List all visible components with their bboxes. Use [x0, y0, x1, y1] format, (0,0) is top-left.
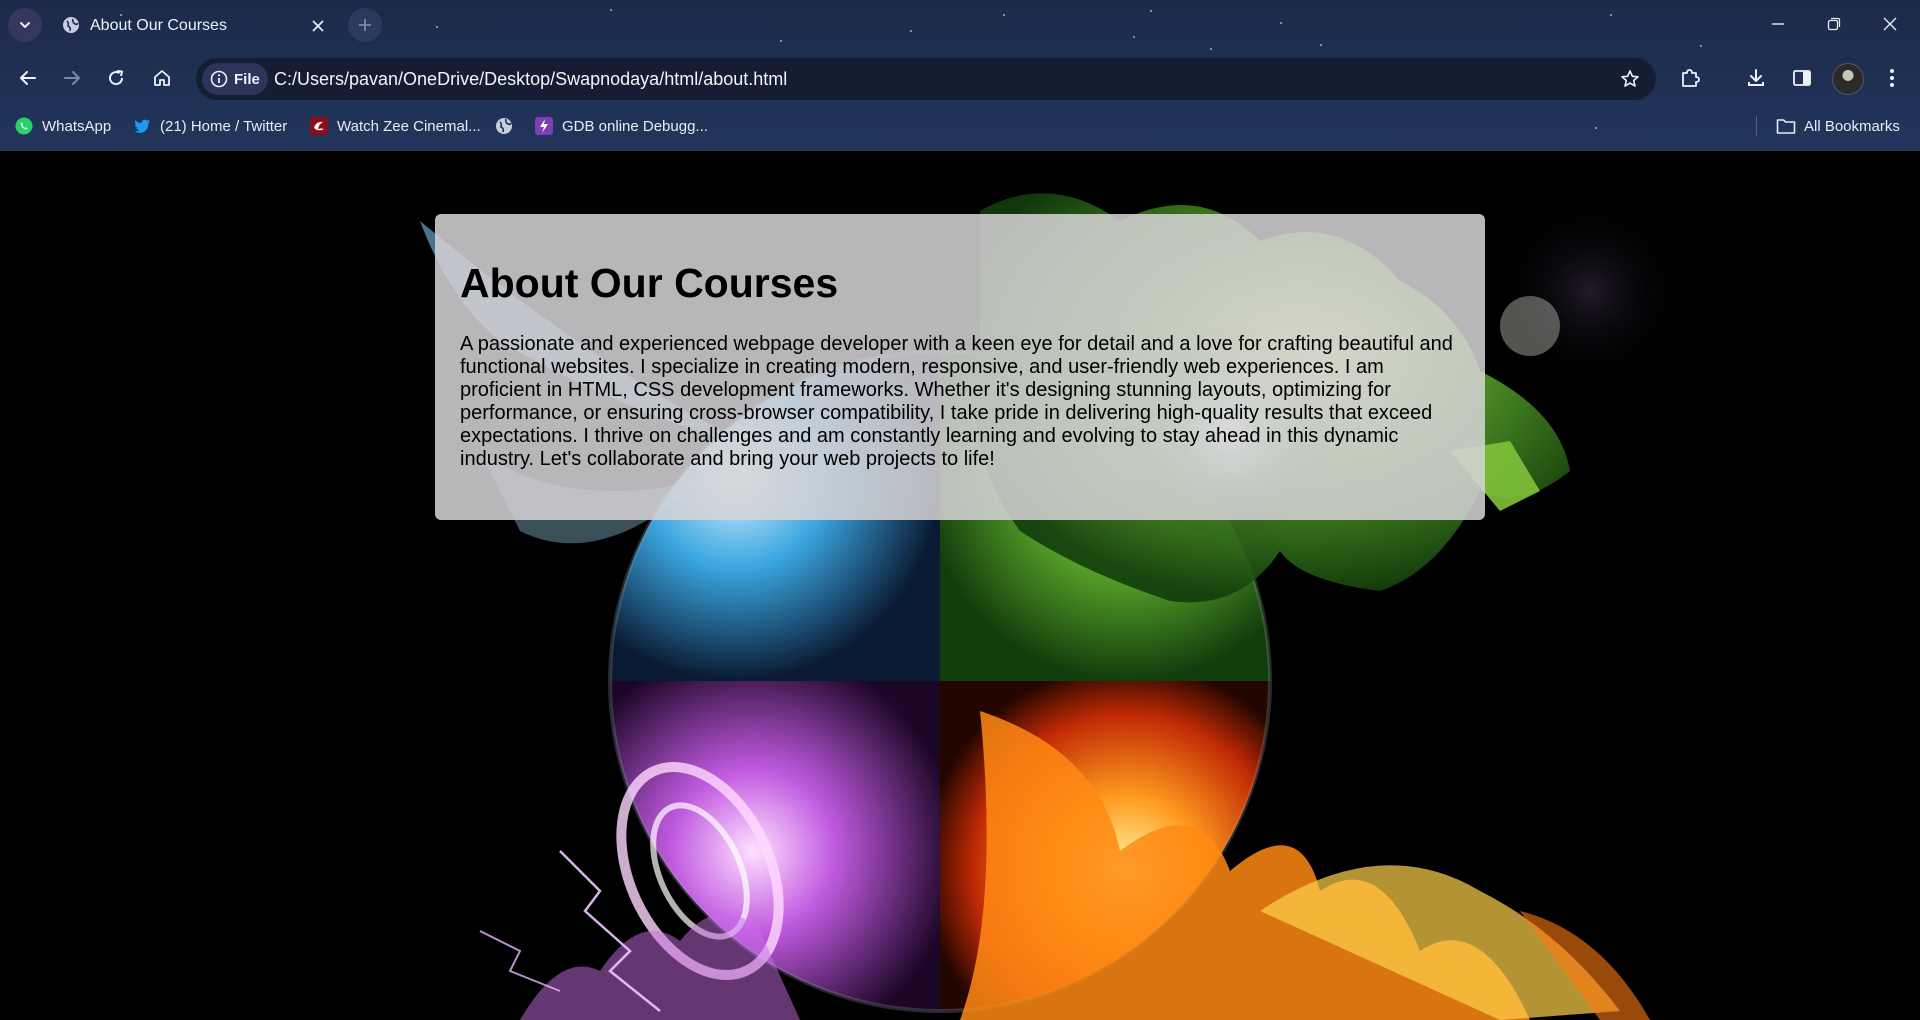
about-card: About Our Courses A passionate and exper…: [435, 214, 1485, 520]
side-panel-icon: [1793, 70, 1811, 86]
download-icon: [1748, 69, 1764, 86]
bookmark-label: Watch Zee Cinemal...: [337, 117, 481, 135]
more-vertical-icon: [1890, 69, 1894, 87]
forward-button[interactable]: [52, 58, 92, 98]
bookmark-gdb[interactable]: GDB online Debugg...: [534, 114, 708, 138]
page-heading: About Our Courses: [460, 260, 839, 306]
restore-icon: [1827, 17, 1841, 31]
reload-button[interactable]: [96, 58, 136, 98]
chevron-down-icon: [20, 22, 30, 28]
extensions-button[interactable]: [1670, 58, 1710, 98]
minimize-button[interactable]: [1754, 8, 1802, 40]
info-icon: [210, 70, 228, 88]
twitter-icon: [134, 119, 150, 134]
new-tab-button[interactable]: [348, 8, 382, 42]
home-icon: [154, 70, 170, 86]
downloads-button[interactable]: [1736, 58, 1776, 98]
whatsapp-icon: [15, 117, 33, 135]
url-text[interactable]: C:/Users/pavan/OneDrive/Desktop/Swapnoda…: [274, 69, 787, 90]
menu-button[interactable]: [1872, 58, 1912, 98]
bookmarks-bar: WhatsApp (21) Home / Twitter Watch Zee C…: [0, 112, 1920, 140]
globe-icon: [62, 16, 80, 39]
about-paragraph: A passionate and experienced webpage dev…: [460, 333, 1453, 470]
bookmark-whatsapp[interactable]: WhatsApp: [14, 114, 111, 138]
address-bar[interactable]: File C:/Users/pavan/OneDrive/Desktop/Swa…: [196, 58, 1656, 100]
site-chip-label: File: [234, 70, 260, 88]
back-button[interactable]: [8, 58, 48, 98]
close-icon: [312, 20, 324, 32]
bookmark-label: WhatsApp: [42, 117, 112, 135]
toolbar: File C:/Users/pavan/OneDrive/Desktop/Swa…: [0, 56, 1920, 102]
bookmark-star-button[interactable]: [1614, 63, 1646, 95]
site-info-chip[interactable]: File: [202, 63, 268, 95]
gdb-icon: [535, 117, 553, 135]
bookmark-label: GDB online Debugg...: [562, 117, 708, 135]
tab-close-button[interactable]: [306, 14, 330, 38]
puzzle-icon: [1682, 69, 1700, 87]
close-icon: [1883, 17, 1897, 31]
globe-icon: [496, 118, 512, 134]
restore-button[interactable]: [1810, 8, 1858, 40]
tab-active[interactable]: About Our Courses: [52, 6, 336, 46]
reload-icon: [109, 70, 124, 86]
browser-chrome: About Our Courses File C:/Users/pavan/On…: [0, 0, 1920, 151]
tab-title: About Our Courses: [90, 17, 227, 34]
side-panel-button[interactable]: [1782, 58, 1822, 98]
tab-strip: About Our Courses: [0, 0, 1920, 50]
profile-avatar[interactable]: [1832, 63, 1864, 95]
bookmark-label: (21) Home / Twitter: [160, 117, 288, 135]
close-window-button[interactable]: [1866, 8, 1914, 40]
bookmark-twitter[interactable]: (21) Home / Twitter: [132, 114, 287, 138]
bookmark-zee-cinema[interactable]: Watch Zee Cinemal...: [309, 114, 481, 138]
home-button[interactable]: [142, 58, 182, 98]
page-viewport: About Our Courses A passionate and exper…: [0, 151, 1920, 1020]
tab-search-button[interactable]: [8, 8, 42, 42]
minimize-icon: [1772, 23, 1784, 25]
zee-icon: [310, 117, 328, 135]
arrow-right-icon: [64, 71, 80, 85]
folder-icon: [1776, 119, 1796, 134]
all-bookmarks-button[interactable]: All Bookmarks: [1776, 114, 1900, 138]
plus-icon: [359, 19, 371, 31]
star-icon: [1621, 70, 1639, 87]
all-bookmarks-label: All Bookmarks: [1804, 117, 1900, 135]
arrow-left-icon: [20, 71, 36, 85]
bookmark-globe[interactable]: [494, 114, 522, 138]
bookmarks-divider: [1756, 116, 1757, 136]
